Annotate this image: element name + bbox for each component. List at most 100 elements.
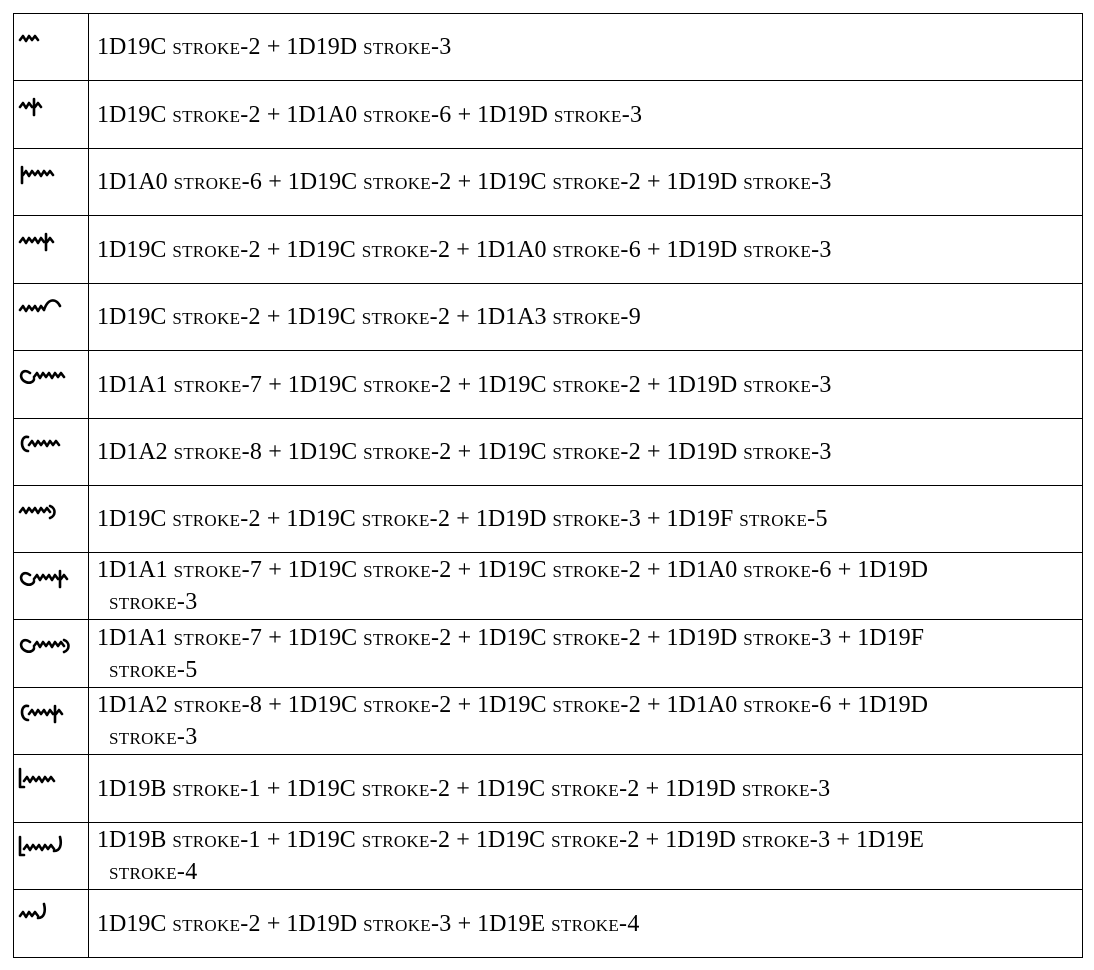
stroke-name: stroke-2 (361, 775, 451, 802)
stroke-2-2-6-3-glyph-icon (14, 226, 88, 260)
stroke-name: stroke-2 (363, 439, 452, 465)
code-point: 1D19C (475, 775, 546, 802)
glyph-cell (13, 485, 89, 553)
code-point: 1D19B (97, 775, 167, 802)
description-cell: 1D19C stroke-2 + 1D19C stroke-2 + 1D1A0 … (88, 215, 1083, 284)
table-row: 1D19C stroke-2 + 1D19D stroke-3 + 1D19E … (13, 889, 1083, 958)
stroke-2-2-9-glyph-icon (14, 294, 88, 328)
stroke-name: stroke-2 (172, 236, 261, 263)
description-cell: 1D1A2 stroke-8 + 1D19C stroke-2 + 1D19C … (88, 418, 1083, 486)
description-text: 1D19C stroke-2 + 1D19D stroke-3 + 1D19E … (97, 910, 640, 937)
stroke-7-2-2-6-3-glyph-icon (14, 563, 88, 597)
stroke-name: stroke-2 (361, 304, 451, 330)
stroke-name: stroke-2 (363, 557, 452, 583)
glyph-cell (13, 283, 89, 351)
table-row: 1D19B stroke-1 + 1D19C stroke-2 + 1D19C … (13, 754, 1083, 823)
description-text: 1D1A1 stroke-7 + 1D19C stroke-2 + 1D19C … (97, 622, 1072, 686)
stroke-name: stroke-4 (551, 910, 640, 937)
glyph-cell (13, 822, 89, 890)
stroke-name: stroke-2 (551, 827, 640, 853)
code-point: 1D19C (477, 169, 547, 195)
stroke-name: stroke-6 (552, 236, 641, 263)
stroke-name: stroke-3 (743, 439, 832, 465)
code-point: 1D19D (286, 910, 358, 937)
stroke-name: stroke-6 (743, 557, 832, 583)
code-point: 1D1A3 (475, 304, 547, 330)
glyph-cell (13, 552, 89, 620)
code-point: 1D19D (286, 34, 358, 60)
glyph-cell (13, 80, 89, 149)
code-point: 1D19C (287, 692, 358, 718)
description-text: 1D19B stroke-1 + 1D19C stroke-2 + 1D19C … (97, 775, 831, 802)
code-point: 1D19C (286, 236, 356, 263)
table-row: 1D19C stroke-2 + 1D19D stroke-3 (13, 13, 1083, 81)
description-cell: 1D19B stroke-1 + 1D19C stroke-2 + 1D19C … (88, 754, 1083, 823)
stroke-name: stroke-2 (551, 775, 640, 802)
code-point: 1D1A1 (97, 557, 168, 583)
code-point: 1D1A1 (97, 624, 168, 651)
glyph-cell (13, 754, 89, 823)
stroke-name: stroke-3 (109, 724, 198, 750)
stroke-name: stroke-3 (109, 589, 198, 615)
description-cell: 1D19C stroke-2 + 1D1A0 stroke-6 + 1D19D … (88, 80, 1083, 149)
code-point: 1D19C (286, 506, 356, 532)
code-point: 1D19D (665, 827, 736, 853)
stroke-name: stroke-2 (361, 827, 451, 853)
description-cell: 1D19C stroke-2 + 1D19C stroke-2 + 1D19D … (88, 485, 1083, 553)
description-cell: 1D19B stroke-1 + 1D19C stroke-2 + 1D19C … (88, 822, 1083, 890)
code-point: 1D19D (857, 692, 928, 718)
stroke-name: stroke-1 (172, 827, 261, 853)
table-row: 1D1A2 stroke-8 + 1D19C stroke-2 + 1D19C … (13, 418, 1083, 486)
stroke-name: stroke-1 (172, 775, 261, 802)
code-point: 1D19D (666, 236, 738, 263)
stroke-name: stroke-3 (552, 506, 641, 532)
description-text: 1D1A2 stroke-8 + 1D19C stroke-2 + 1D19C … (97, 689, 1072, 753)
glyph-cell (13, 418, 89, 486)
code-point: 1D19D (477, 101, 548, 128)
code-point: 1D1A0 (97, 169, 168, 195)
table-row: 1D1A1 stroke-7 + 1D19C stroke-2 + 1D19C … (13, 619, 1083, 688)
code-point: 1D19C (287, 557, 358, 583)
table-row: 1D1A1 stroke-7 + 1D19C stroke-2 + 1D19C … (13, 350, 1083, 419)
code-point: 1D19C (97, 34, 167, 60)
stroke-name: stroke-9 (552, 304, 641, 330)
code-point: 1D19C (286, 304, 356, 330)
code-point: 1D19C (475, 827, 546, 853)
code-point: 1D1A0 (286, 101, 358, 128)
code-point: 1D19D (857, 557, 928, 583)
stroke-name: stroke-2 (172, 101, 261, 128)
code-point: 1D19E (477, 910, 546, 937)
code-point: 1D1A0 (475, 236, 547, 263)
stroke-name: stroke-2 (363, 371, 452, 398)
stroke-name: stroke-7 (173, 371, 263, 398)
description-text: 1D19C stroke-2 + 1D19D stroke-3 (97, 34, 452, 60)
stroke-name: stroke-8 (173, 439, 263, 465)
code-point: 1D19D (666, 439, 738, 465)
code-point: 1D19C (477, 439, 547, 465)
stroke-name: stroke-2 (363, 692, 452, 718)
code-point: 1D19C (287, 439, 358, 465)
stroke-name: stroke-3 (743, 371, 832, 398)
code-point: 1D19D (666, 624, 738, 651)
code-point: 1D19F (666, 506, 734, 532)
description-cell: 1D1A0 stroke-6 + 1D19C stroke-2 + 1D19C … (88, 148, 1083, 216)
description-text: 1D1A1 stroke-7 + 1D19C stroke-2 + 1D19C … (97, 371, 832, 398)
description-text: 1D19C stroke-2 + 1D19C stroke-2 + 1D1A0 … (97, 236, 832, 263)
code-point: 1D19E (855, 827, 924, 853)
stroke-name: stroke-3 (363, 910, 452, 937)
code-point: 1D1A2 (97, 439, 168, 465)
code-point: 1D19B (97, 827, 167, 853)
stroke-name: stroke-3 (743, 236, 832, 263)
stroke-name: stroke-7 (173, 557, 263, 583)
stroke-name: stroke-4 (109, 859, 198, 885)
code-point: 1D19C (477, 692, 547, 718)
stroke-7-2-2-3-5-glyph-icon (14, 630, 88, 664)
stroke-2-3-4-glyph-icon (14, 900, 88, 934)
description-text: 1D19B stroke-1 + 1D19C stroke-2 + 1D19C … (97, 824, 1072, 888)
table-row: 1D1A0 stroke-6 + 1D19C stroke-2 + 1D19C … (13, 148, 1083, 216)
code-point: 1D19C (287, 371, 358, 398)
stroke-name: stroke-3 (363, 34, 452, 60)
code-point: 1D19D (666, 371, 738, 398)
stroke-name: stroke-2 (552, 371, 641, 398)
stroke-name: stroke-5 (739, 506, 828, 532)
